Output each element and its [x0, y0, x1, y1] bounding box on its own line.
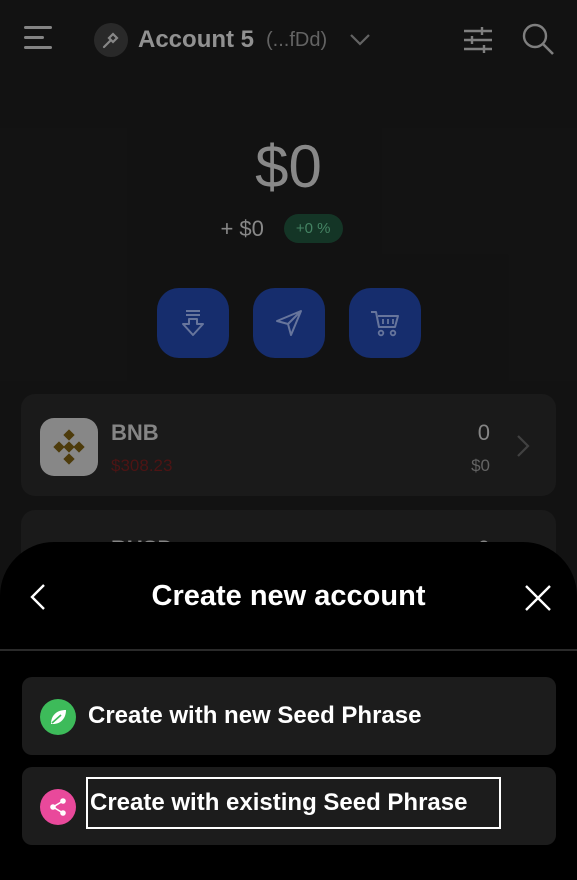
option-label: Create with new Seed Phrase — [88, 702, 422, 729]
create-new-seed-option[interactable]: Create with new Seed Phrase — [22, 677, 556, 755]
create-account-sheet: Create new account Create with new Seed … — [0, 542, 577, 880]
close-icon[interactable] — [522, 582, 554, 614]
leaf-icon — [40, 699, 76, 735]
option-label: Create with existing Seed Phrase — [85, 777, 502, 829]
share-icon — [40, 789, 76, 825]
sheet-title: Create new account — [151, 580, 426, 612]
create-existing-seed-option[interactable]: Create with existing Seed Phrase — [22, 767, 556, 845]
divider — [0, 649, 577, 651]
